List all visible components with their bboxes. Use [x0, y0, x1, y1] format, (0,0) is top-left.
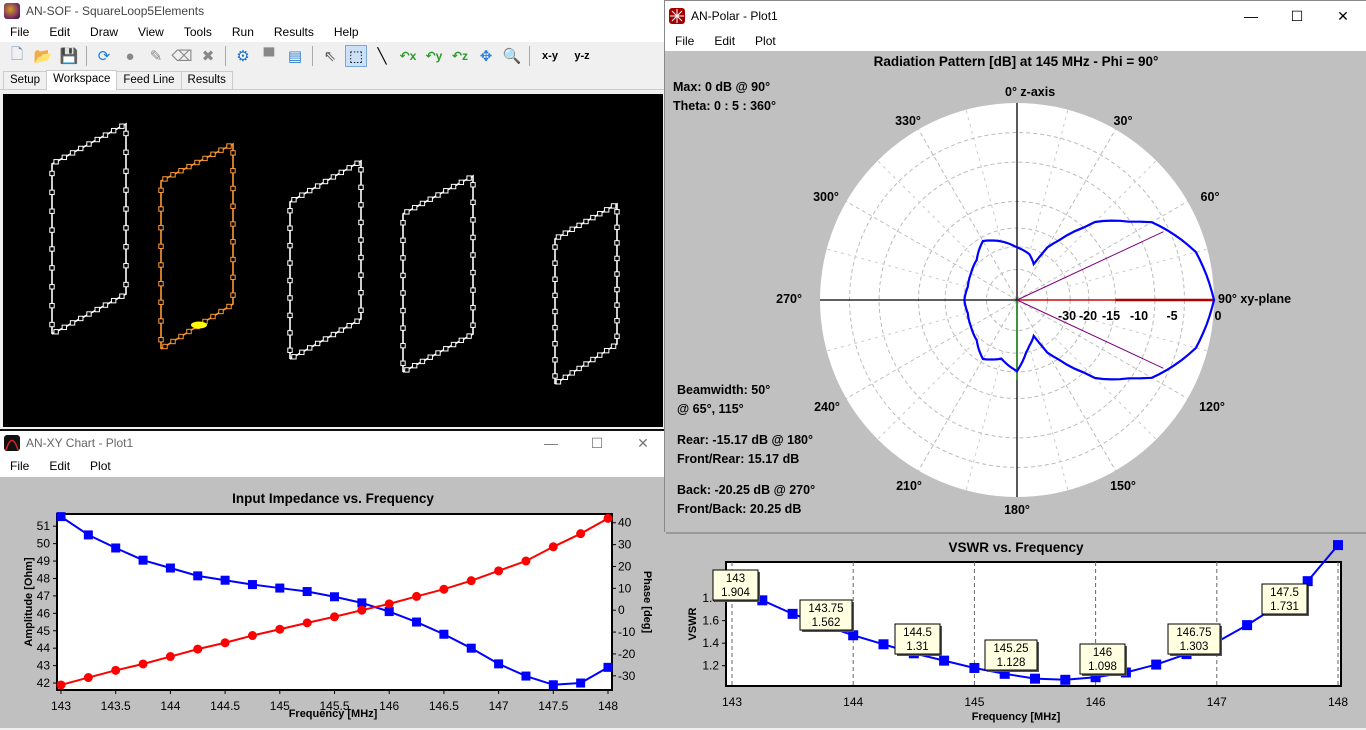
callout-x-value: 144.5 [903, 627, 932, 639]
callout-y-value: 1.31 [906, 641, 928, 653]
x-axis-label: Frequency [MHz] [972, 711, 1061, 723]
data-callout: 144.5 1.31 [894, 623, 942, 656]
callout-x-value: 146 [1093, 647, 1112, 659]
vswr-chart: VSWR vs. Frequency 143 144 145 146 147 148 1.2 1… [687, 540, 1348, 723]
data-point [1151, 659, 1162, 670]
callout-x-value: 145.25 [993, 643, 1028, 655]
callout-y-value: 1.128 [997, 657, 1026, 669]
data-point [787, 608, 798, 619]
vswr-chart-window: VSWR vs. Frequency 143 144 145 146 147 148 1.2 1… [666, 532, 1366, 728]
data-point [1030, 673, 1040, 684]
callout-y-value: 1.562 [812, 617, 841, 629]
data-point [969, 662, 980, 673]
data-callout: 146.75 1.303 [1167, 623, 1222, 656]
data-callout: 143.75 1.562 [799, 599, 854, 632]
data-callout: 145.25 1.128 [984, 639, 1039, 672]
y-tick-label: 1.4 [702, 636, 719, 650]
data-point [939, 655, 950, 666]
callout-x-value: 147.5 [1270, 587, 1299, 599]
callout-x-value: 146.75 [1176, 627, 1211, 639]
y-tick-label: 1.2 [702, 659, 719, 673]
data-point [1242, 620, 1253, 631]
x-tick-label: 144 [843, 695, 863, 709]
x-tick-label: 148 [1328, 695, 1348, 709]
x-tick-label: 147 [1207, 695, 1227, 709]
y-tick-label: 1.6 [702, 614, 719, 628]
data-callout: 143 1.904 [712, 569, 760, 602]
callout-x-value: 143 [726, 573, 745, 585]
data-point [1333, 540, 1343, 551]
callout-x-value: 143.75 [808, 603, 843, 615]
callout-y-value: 1.303 [1180, 641, 1209, 653]
data-callout: 147.5 1.731 [1261, 583, 1309, 616]
x-tick-label: 145 [964, 695, 984, 709]
data-point [878, 639, 889, 650]
data-point [1060, 674, 1071, 685]
callout-y-value: 1.731 [1270, 601, 1299, 613]
callout-y-value: 1.904 [721, 587, 750, 599]
chart-title: VSWR vs. Frequency [948, 540, 1084, 555]
callout-y-value: 1.098 [1088, 661, 1117, 673]
x-tick-label: 146 [1086, 695, 1106, 709]
data-callout: 146 1.098 [1079, 643, 1127, 676]
y-axis-label: VSWR [687, 607, 699, 640]
x-tick-label: 143 [722, 695, 742, 709]
